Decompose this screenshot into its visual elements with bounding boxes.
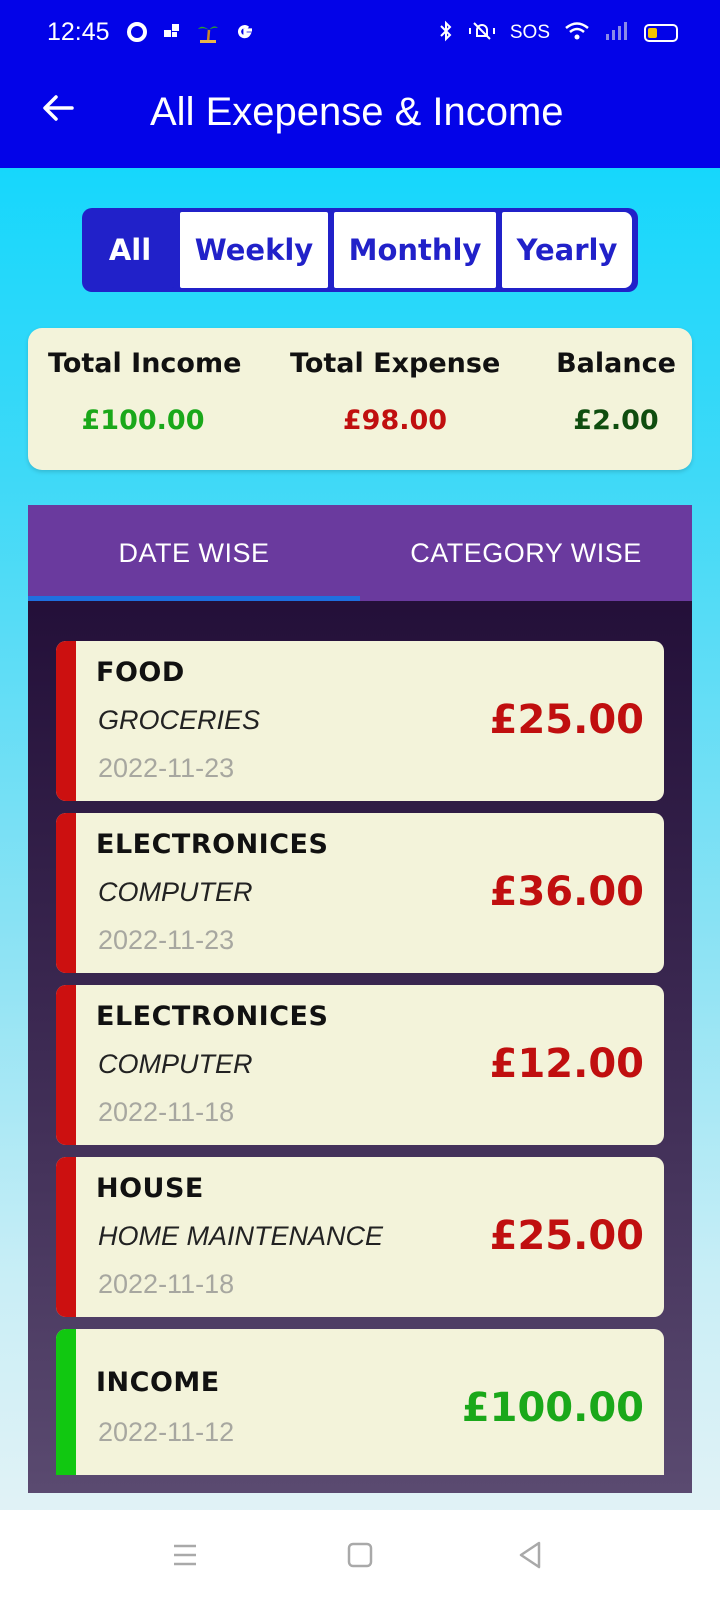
income-value: £100.00: [81, 405, 205, 436]
notification-icons: [126, 20, 256, 47]
system-nav-bar: [0, 1510, 720, 1600]
transaction-subcategory: HOME MAINTENANCE: [98, 1221, 384, 1251]
sos-indicator: SOS: [509, 22, 550, 43]
system-icons: SOS: [438, 20, 678, 46]
expense-value: £98.00: [342, 405, 448, 436]
transaction-amount: £100.00: [461, 1385, 644, 1431]
app-header: 12:45 SOS All Exepense & Income: [0, 0, 720, 168]
transaction-category: HOUSE: [96, 1173, 204, 1204]
home-button[interactable]: [335, 1530, 385, 1580]
tab-category-wise[interactable]: CATEGORY WISE: [360, 505, 692, 601]
transaction-category: INCOME: [96, 1367, 220, 1398]
balance-value: £2.00: [573, 405, 659, 436]
transaction-card[interactable]: FOOD GROCERIES 2022-11-23 £25.00: [56, 641, 664, 801]
expense-stripe: [56, 813, 76, 973]
expense-stripe: [56, 1157, 76, 1317]
transaction-card[interactable]: ELECTRONICES COMPUTER 2022-11-18 £12.00: [56, 985, 664, 1145]
expense-label: Total Expense: [290, 348, 501, 379]
filter-yearly-button[interactable]: Yearly: [502, 212, 632, 288]
transaction-subcategory: COMPUTER: [98, 1049, 253, 1079]
income-stripe: [56, 1329, 76, 1475]
transaction-date: 2022-11-23: [98, 925, 235, 955]
opera-icon: [126, 21, 148, 46]
transaction-amount: £36.00: [489, 869, 644, 915]
transactions-panel: DATE WISE CATEGORY WISE FOOD GROCERIES 2…: [28, 505, 692, 1493]
transaction-card[interactable]: HOUSE HOME MAINTENANCE 2022-11-18 £25.00: [56, 1157, 664, 1317]
transaction-card[interactable]: ELECTRONICES COMPUTER 2022-11-23 £36.00: [56, 813, 664, 973]
tab-bar: DATE WISE CATEGORY WISE: [28, 505, 692, 601]
income-summary: Total Income £100.00: [48, 348, 242, 436]
wifi-icon: [564, 20, 590, 46]
menu-lines-icon: [174, 1544, 196, 1566]
transaction-amount: £25.00: [489, 697, 644, 743]
filter-all-button[interactable]: All: [86, 212, 174, 288]
recents-button[interactable]: [160, 1530, 210, 1580]
square-icon: [347, 1542, 373, 1568]
page-title: All Exepense & Income: [150, 90, 564, 134]
transaction-date: 2022-11-18: [98, 1097, 235, 1127]
status-time: 12:45: [47, 18, 110, 46]
triangle-back-icon: [519, 1541, 541, 1569]
transaction-category: FOOD: [96, 657, 185, 688]
app-grid-icon: [162, 22, 182, 45]
bluetooth-icon: [438, 20, 454, 46]
expense-stripe: [56, 641, 76, 801]
palm-tree-icon: [196, 20, 220, 47]
expense-summary: Total Expense £98.00: [290, 348, 500, 436]
filter-weekly-button[interactable]: Weekly: [180, 212, 328, 288]
transaction-category: ELECTRONICES: [96, 829, 329, 860]
vibrate-mute-icon: [468, 20, 496, 46]
transaction-subcategory: COMPUTER: [98, 877, 253, 907]
transaction-amount: £12.00: [489, 1041, 644, 1087]
transaction-date: 2022-11-18: [98, 1269, 235, 1299]
balance-label: Balance: [556, 348, 676, 379]
system-back-button[interactable]: [505, 1530, 555, 1580]
expense-stripe: [56, 985, 76, 1145]
back-button[interactable]: [36, 88, 80, 132]
google-icon: [234, 21, 256, 46]
signal-icon: [604, 20, 630, 46]
summary-card: Total Income £100.00 Total Expense £98.0…: [28, 328, 692, 470]
tab-indicator: [28, 596, 360, 601]
filter-monthly-button[interactable]: Monthly: [334, 212, 496, 288]
balance-summary: Balance £2.00: [554, 348, 678, 436]
status-bar: 12:45 SOS: [0, 0, 720, 72]
transaction-subcategory: GROCERIES: [98, 705, 261, 735]
tab-date-wise[interactable]: DATE WISE: [28, 505, 360, 601]
period-filter: All Weekly Monthly Yearly: [82, 208, 638, 292]
transaction-category: ELECTRONICES: [96, 1001, 329, 1032]
arrow-left-icon: [43, 95, 74, 121]
transaction-amount: £25.00: [489, 1213, 644, 1259]
transaction-date: 2022-11-12: [98, 1417, 235, 1447]
transaction-date: 2022-11-23: [98, 753, 235, 783]
transaction-card[interactable]: INCOME 2022-11-12 £100.00: [56, 1329, 664, 1475]
battery-icon: [644, 24, 678, 42]
income-label: Total Income: [48, 348, 242, 379]
